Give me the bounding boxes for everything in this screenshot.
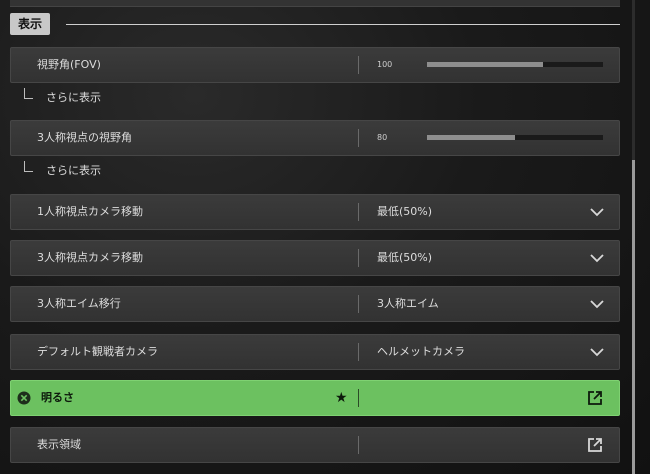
row-divider bbox=[358, 203, 359, 221]
setting-row-display-area[interactable]: 表示領域 bbox=[10, 427, 620, 463]
tree-elbow-icon bbox=[24, 161, 33, 172]
row-divider bbox=[358, 295, 359, 313]
row-divider bbox=[358, 436, 359, 454]
dropdown-value: 3人称エイム bbox=[377, 297, 439, 310]
chevron-down-icon[interactable] bbox=[589, 298, 605, 310]
setting-label: 明るさ bbox=[41, 391, 74, 404]
setting-row-third-person-camera[interactable]: 3人称視点カメラ移動 最低(50%) bbox=[10, 240, 620, 276]
slider-fill bbox=[427, 135, 515, 140]
row-divider bbox=[358, 56, 359, 74]
dropdown-value: 最低(50%) bbox=[377, 251, 433, 264]
section-divider bbox=[66, 24, 620, 25]
external-link-icon[interactable] bbox=[587, 437, 603, 453]
chevron-down-icon[interactable] bbox=[589, 252, 605, 264]
setting-row-brightness[interactable]: 明るさ ★ bbox=[10, 380, 620, 416]
section-title: 表示 bbox=[10, 13, 51, 35]
setting-row-third-person-fov[interactable]: 3人称視点の視野角 80 bbox=[10, 120, 620, 156]
clear-circle-icon[interactable] bbox=[17, 391, 31, 405]
dropdown-value: 最低(50%) bbox=[377, 205, 433, 218]
setting-label: デフォルト観戦者カメラ bbox=[37, 345, 158, 358]
previous-row-edge bbox=[10, 0, 620, 7]
third-person-fov-slider[interactable] bbox=[427, 135, 603, 140]
section-header: 表示 bbox=[10, 13, 620, 35]
row-divider bbox=[358, 129, 359, 147]
dropdown-value: ヘルメットカメラ bbox=[377, 345, 465, 358]
star-icon[interactable]: ★ bbox=[335, 389, 348, 407]
show-more-label: さらに表示 bbox=[46, 91, 101, 104]
setting-label: 表示領域 bbox=[37, 438, 81, 451]
slider-value: 80 bbox=[377, 133, 388, 142]
row-divider bbox=[358, 389, 359, 407]
setting-row-fov[interactable]: 視野角(FOV) 100 bbox=[10, 47, 620, 83]
setting-row-spectator-camera[interactable]: デフォルト観戦者カメラ ヘルメットカメラ bbox=[10, 334, 620, 370]
slider-value: 100 bbox=[377, 60, 393, 69]
chevron-down-icon[interactable] bbox=[589, 346, 605, 358]
fov-slider[interactable] bbox=[427, 62, 603, 67]
setting-row-first-person-camera[interactable]: 1人称視点カメラ移動 最低(50%) bbox=[10, 194, 620, 230]
setting-label: 3人称エイム移行 bbox=[37, 297, 121, 310]
setting-row-third-person-aim[interactable]: 3人称エイム移行 3人称エイム bbox=[10, 286, 620, 322]
setting-label: 3人称視点カメラ移動 bbox=[37, 251, 143, 264]
chevron-down-icon[interactable] bbox=[589, 206, 605, 218]
settings-screen: 表示 視野角(FOV) 100 さらに表示 3人称視点の視野角 80 さらに表示… bbox=[0, 0, 650, 474]
show-more-label: さらに表示 bbox=[46, 164, 101, 177]
setting-label: 視野角(FOV) bbox=[37, 58, 101, 71]
row-divider bbox=[358, 249, 359, 267]
setting-label: 1人称視点カメラ移動 bbox=[37, 205, 143, 218]
scrollbar-thumb[interactable] bbox=[632, 160, 635, 474]
tree-elbow-icon bbox=[24, 88, 33, 99]
slider-fill bbox=[427, 62, 544, 67]
row-divider bbox=[358, 343, 359, 361]
external-link-icon[interactable] bbox=[587, 390, 603, 406]
setting-label: 3人称視点の視野角 bbox=[37, 131, 132, 144]
